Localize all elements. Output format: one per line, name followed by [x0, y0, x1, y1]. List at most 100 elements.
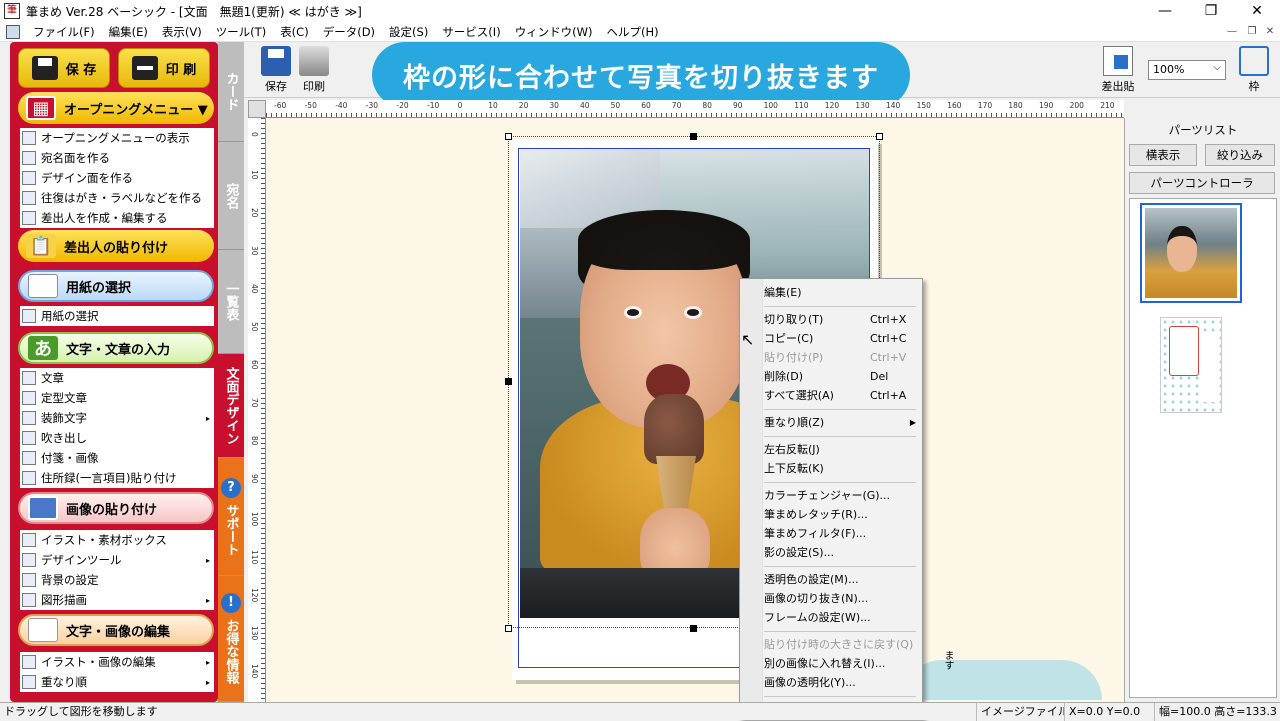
- list-item-opening-show[interactable]: オープニングメニューの表示: [20, 128, 214, 148]
- ruler-tick-label: 200: [1069, 101, 1084, 110]
- list-item-sender-edit[interactable]: 差出人を作成・編集する: [20, 208, 214, 228]
- mdi-minimize-button[interactable]: —: [1224, 24, 1240, 40]
- context-menu-item[interactable]: 透明色の設定(M)...: [764, 570, 920, 589]
- menu-settings[interactable]: 設定(S): [382, 24, 435, 40]
- context-menu-item[interactable]: 筆まめレタッチ(R)...: [764, 505, 920, 524]
- mdi-close-button[interactable]: ✕: [1262, 24, 1278, 40]
- print-button[interactable]: 印 刷: [118, 48, 210, 88]
- ruler-tick-label: -40: [335, 101, 348, 110]
- ruler-tick-label: 10: [250, 170, 259, 180]
- text-input-header[interactable]: あ 文字・文章の入力: [18, 332, 214, 364]
- context-menu-item[interactable]: 影の設定(S)...: [764, 543, 920, 562]
- context-menu-item[interactable]: すべて選択(A) Ctrl+A: [764, 386, 920, 405]
- list-item-label: デザイン面を作る: [41, 171, 133, 185]
- list-item-paper-select[interactable]: 用紙の選択: [20, 306, 214, 326]
- submenu-arrow-icon: ▸: [205, 595, 210, 605]
- resize-handle[interactable]: [505, 378, 512, 385]
- part-thumbnail-photo[interactable]: [1140, 203, 1242, 303]
- ruler-tick-label: 50: [610, 101, 621, 110]
- list-item-shape-draw[interactable]: 図形描画 ▸: [20, 590, 214, 610]
- list-item-speech-bubble[interactable]: 吹き出し: [20, 428, 214, 448]
- parts-controller-button[interactable]: パーツコントローラ: [1129, 172, 1275, 194]
- image-paste-header[interactable]: 画像の貼り付け: [18, 492, 214, 524]
- list-item-illust-box[interactable]: イラスト・素材ボックス: [20, 530, 214, 550]
- ruler-tick-label: -10: [427, 101, 440, 110]
- maximize-button[interactable]: ❐: [1188, 0, 1234, 22]
- document-icon[interactable]: [6, 24, 20, 39]
- menu-window[interactable]: ウィンドウ(W): [508, 24, 600, 40]
- context-menu-item[interactable]: 重なり順(Z) ▶: [764, 413, 920, 432]
- address-icon: [22, 151, 36, 165]
- menu-table[interactable]: 表(C): [273, 24, 316, 40]
- menu-file[interactable]: ファイル(F): [26, 24, 102, 40]
- paper-select-header[interactable]: 用紙の選択: [18, 270, 214, 302]
- context-menu-item[interactable]: 削除(D) Del: [764, 367, 920, 386]
- context-menu-item[interactable]: フレームの設定(W)...: [764, 608, 920, 627]
- edit-icon: [28, 618, 58, 642]
- list-item-sticky-image[interactable]: 付箋・画像: [20, 448, 214, 468]
- menu-tools[interactable]: ツール(T): [209, 24, 274, 40]
- resize-handle[interactable]: [690, 133, 697, 140]
- context-menu-item[interactable]: コピー(C) Ctrl+C: [764, 329, 920, 348]
- resize-handle[interactable]: [505, 133, 512, 140]
- app-icon[interactable]: 筆: [4, 3, 20, 19]
- sender-paste-header[interactable]: 📋 差出人の貼り付け: [18, 230, 214, 262]
- zoom-select[interactable]: 100%: [1148, 59, 1226, 80]
- save-button[interactable]: 保 存: [18, 48, 110, 88]
- context-menu-label: 重なり順(Z): [764, 416, 825, 429]
- list-item-sentence[interactable]: 文章: [20, 368, 214, 388]
- list-item-layer-order[interactable]: 重なり順 ▸: [20, 672, 214, 692]
- tab-support[interactable]: ? サポート: [218, 458, 244, 576]
- toolbar-print-button[interactable]: 印刷: [294, 46, 334, 96]
- list-item-decorative-text[interactable]: 装飾文字 ▸: [20, 408, 214, 428]
- list-item-illust-edit[interactable]: イラスト・画像の編集 ▸: [20, 652, 214, 672]
- ruler-tick-label: 100: [763, 101, 778, 110]
- context-menu-item[interactable]: 筆まめフィルタ(F)...: [764, 524, 920, 543]
- menu-data[interactable]: データ(D): [316, 24, 382, 40]
- horizontal-view-button[interactable]: 横表示: [1129, 144, 1197, 166]
- menu-service[interactable]: サービス(I): [435, 24, 507, 40]
- tab-address[interactable]: 宛名: [218, 142, 244, 250]
- opening-menu-header[interactable]: ▦ オープニングメニュー ▼: [18, 92, 214, 124]
- pencil-icon: [22, 655, 36, 669]
- menu-view[interactable]: 表示(V): [155, 24, 209, 40]
- tab-list[interactable]: 一覧表: [218, 250, 244, 354]
- context-menu-item[interactable]: 切り取り(T) Ctrl+X: [764, 310, 920, 329]
- list-item-template-text[interactable]: 定型文章: [20, 388, 214, 408]
- minimize-button[interactable]: —: [1142, 0, 1188, 22]
- tab-card[interactable]: カード: [218, 42, 244, 142]
- tab-design[interactable]: 文面デザイン: [218, 354, 244, 458]
- resize-handle[interactable]: [690, 625, 697, 632]
- context-menu-item[interactable]: 画像の透明化(Y)...: [764, 673, 920, 692]
- menu-help[interactable]: ヘルプ(H): [600, 24, 666, 40]
- parts-list-panel: パーツリスト 横表示 絞り込み パーツコントローラ: [1124, 118, 1280, 702]
- context-menu-item[interactable]: 編集(E): [764, 283, 920, 302]
- status-bar: ドラッグして図形を移動します イメージファイル X=0.0 Y=0.0 幅=10…: [0, 702, 1280, 721]
- design-canvas[interactable]: ます: [266, 118, 1124, 702]
- context-menu-item[interactable]: 上下反転(K): [764, 459, 920, 478]
- menu-edit[interactable]: 編集(E): [102, 24, 155, 40]
- ruler-tick-label: 100: [250, 512, 259, 527]
- text-image-edit-header[interactable]: 文字・画像の編集: [18, 614, 214, 646]
- resize-handle[interactable]: [876, 133, 883, 140]
- list-item-design-side[interactable]: デザイン面を作る: [20, 168, 214, 188]
- toolbar-frame-button[interactable]: 枠: [1234, 46, 1274, 96]
- left-command-panel: 保 存 印 刷 ▦ オープニングメニュー ▼ オープニングメニューの表示 宛名面…: [10, 42, 218, 702]
- toolbar-sender-button[interactable]: 差出貼: [1098, 46, 1138, 96]
- close-button[interactable]: ✕: [1234, 0, 1280, 22]
- mdi-restore-button[interactable]: ❐: [1244, 24, 1260, 40]
- context-menu-item[interactable]: 画像の切り抜き(N)...: [764, 589, 920, 608]
- filter-button[interactable]: 絞り込み: [1205, 144, 1275, 166]
- part-thumbnail-background[interactable]: [1160, 317, 1222, 413]
- tab-deals[interactable]: ! お得な情報: [218, 576, 244, 702]
- list-item-background[interactable]: 背景の設定: [20, 570, 214, 590]
- context-menu-item[interactable]: 左右反転(J): [764, 440, 920, 459]
- context-menu-item[interactable]: カラーチェンジャー(G)...: [764, 486, 920, 505]
- context-menu-item[interactable]: 別の画像に入れ替え(I)...: [764, 654, 920, 673]
- toolbar-save-button[interactable]: 保存: [256, 46, 296, 96]
- resize-handle[interactable]: [505, 625, 512, 632]
- list-item-design-tool[interactable]: デザインツール ▸: [20, 550, 214, 570]
- list-item-address-paste[interactable]: 住所録(一言項目)貼り付け: [20, 468, 214, 488]
- list-item-return-postcard[interactable]: 往復はがき・ラベルなどを作る: [20, 188, 214, 208]
- list-item-address-side[interactable]: 宛名面を作る: [20, 148, 214, 168]
